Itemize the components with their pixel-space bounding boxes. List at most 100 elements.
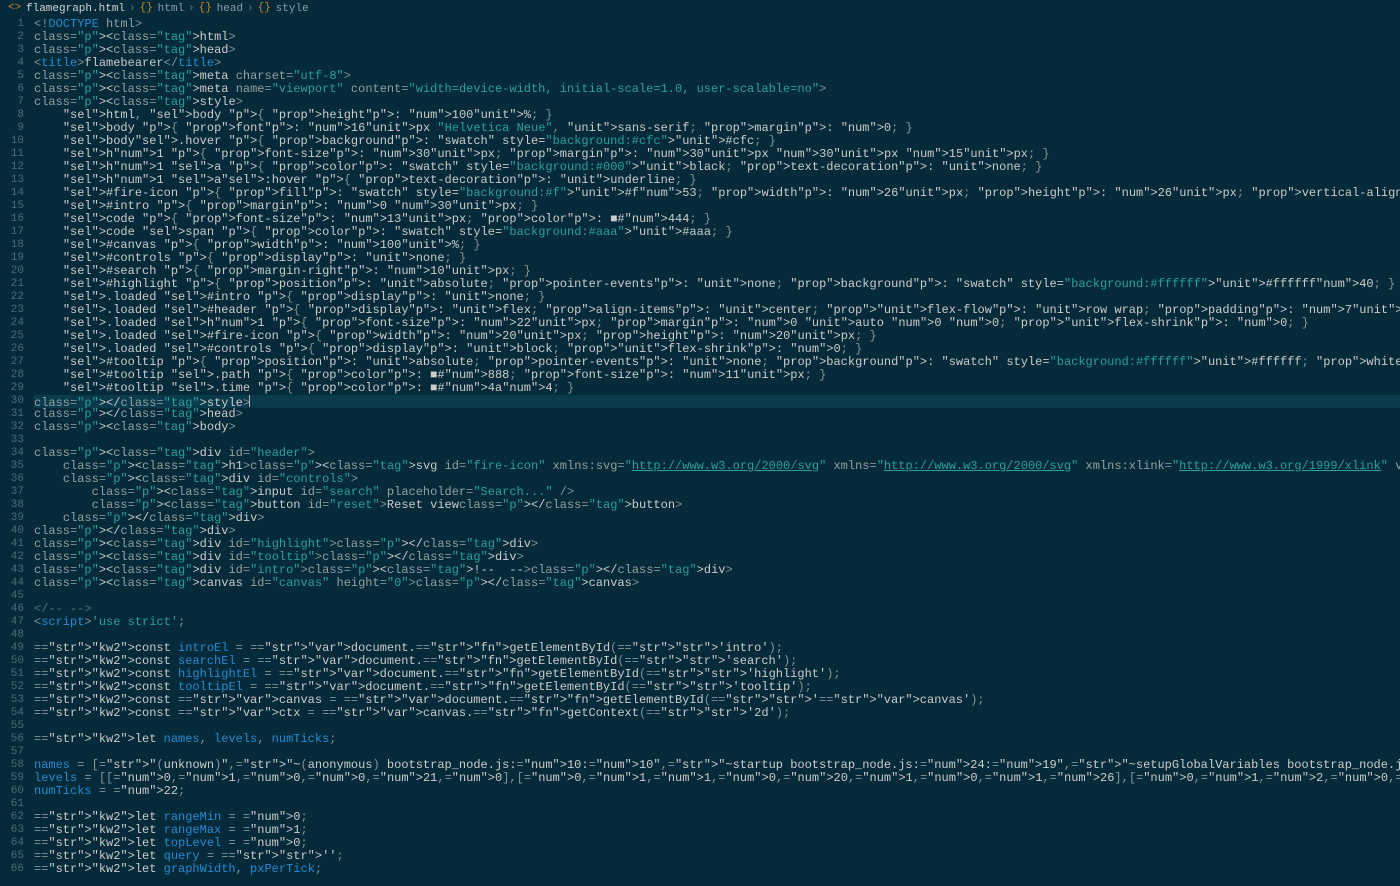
- line-number: 53: [0, 694, 24, 707]
- line-number: 36: [0, 473, 24, 486]
- line-number: 5: [0, 70, 24, 83]
- line-number: 9: [0, 122, 24, 135]
- element-icon: {}: [258, 2, 272, 16]
- code-line[interactable]: levels = [[="num">0,="num">1,="num">0,="…: [34, 772, 1400, 785]
- code-line[interactable]: [34, 590, 1400, 603]
- chevron-right-icon: ›: [247, 3, 254, 15]
- code-line[interactable]: class="p"><class="tag">html>: [34, 31, 1400, 44]
- chevron-right-icon: ›: [188, 3, 195, 15]
- line-number: 30: [0, 395, 24, 408]
- line-number-gutter: 1234567891011121314151617181920212223242…: [0, 18, 34, 886]
- line-number: 44: [0, 577, 24, 590]
- line-number: 27: [0, 356, 24, 369]
- line-number: 17: [0, 226, 24, 239]
- line-number: 60: [0, 785, 24, 798]
- code-area[interactable]: <!DOCTYPE html>class="p"><class="tag">ht…: [34, 18, 1400, 886]
- line-number: 13: [0, 174, 24, 187]
- line-number: 42: [0, 551, 24, 564]
- breadcrumb-file-label: flamegraph.html: [26, 3, 125, 15]
- line-number: 20: [0, 265, 24, 278]
- line-number: 63: [0, 824, 24, 837]
- code-line[interactable]: numTicks = ="num">22;: [34, 785, 1400, 798]
- code-line[interactable]: class="p"><class="tag">head>: [34, 44, 1400, 57]
- line-number: 21: [0, 278, 24, 291]
- line-number: 3: [0, 44, 24, 57]
- line-number: 41: [0, 538, 24, 551]
- file-icon: <>: [8, 2, 22, 16]
- code-line[interactable]: class="p"><class="tag">body>: [34, 421, 1400, 434]
- line-number: 14: [0, 187, 24, 200]
- line-number: 4: [0, 57, 24, 70]
- line-number: 35: [0, 460, 24, 473]
- line-number: 49: [0, 642, 24, 655]
- breadcrumb-label: html: [158, 3, 184, 15]
- breadcrumb: <> flamegraph.html › {} html › {} head ›…: [0, 0, 1400, 18]
- element-icon: {}: [140, 2, 154, 16]
- breadcrumb-label: style: [276, 3, 309, 15]
- code-line[interactable]: =="str">"kw2">const =="str">"var">ctx = …: [34, 707, 1400, 720]
- line-number: 50: [0, 655, 24, 668]
- breadcrumb-label: head: [217, 3, 243, 15]
- line-number: 56: [0, 733, 24, 746]
- line-number: 16: [0, 213, 24, 226]
- line-number: 31: [0, 408, 24, 421]
- line-number: 23: [0, 304, 24, 317]
- line-number: 11: [0, 148, 24, 161]
- line-number: 12: [0, 161, 24, 174]
- line-number: 8: [0, 109, 24, 122]
- line-number: 57: [0, 746, 24, 759]
- element-icon: {}: [199, 2, 213, 16]
- line-number: 24: [0, 317, 24, 330]
- chevron-right-icon: ›: [129, 3, 136, 15]
- line-number: 1: [0, 18, 24, 31]
- line-number: 47: [0, 616, 24, 629]
- line-number: 48: [0, 629, 24, 642]
- line-number: 37: [0, 486, 24, 499]
- line-number: 7: [0, 96, 24, 109]
- line-number: 25: [0, 330, 24, 343]
- line-number: 10: [0, 135, 24, 148]
- code-line[interactable]: <script>'use strict';: [34, 616, 1400, 629]
- line-number: 61: [0, 798, 24, 811]
- line-number: 18: [0, 239, 24, 252]
- line-number: 59: [0, 772, 24, 785]
- line-number: 58: [0, 759, 24, 772]
- line-number: 39: [0, 512, 24, 525]
- breadcrumb-head[interactable]: {} head: [199, 2, 243, 16]
- code-line[interactable]: =="str">"kw2">let graphWidth, pxPerTick;: [34, 863, 1400, 876]
- breadcrumb-html[interactable]: {} html: [140, 2, 184, 16]
- breadcrumb-file[interactable]: <> flamegraph.html: [8, 2, 125, 16]
- line-number: 26: [0, 343, 24, 356]
- line-number: 45: [0, 590, 24, 603]
- line-number: 62: [0, 811, 24, 824]
- code-line[interactable]: </-- -->: [34, 603, 1400, 616]
- line-number: 6: [0, 83, 24, 96]
- line-number: 46: [0, 603, 24, 616]
- code-line[interactable]: class="p"></class="tag">div>: [34, 512, 1400, 525]
- code-line[interactable]: <!DOCTYPE html>: [34, 18, 1400, 31]
- code-line[interactable]: =="str">"kw2">let names, levels, numTick…: [34, 733, 1400, 746]
- line-number: 65: [0, 850, 24, 863]
- breadcrumb-style[interactable]: {} style: [258, 2, 309, 16]
- code-line[interactable]: class="p"></class="tag">head>: [34, 408, 1400, 421]
- line-number: 19: [0, 252, 24, 265]
- line-number: 15: [0, 200, 24, 213]
- code-line[interactable]: class="p"><class="tag">canvas id="canvas…: [34, 577, 1400, 590]
- line-number: 52: [0, 681, 24, 694]
- line-number: 40: [0, 525, 24, 538]
- line-number: 2: [0, 31, 24, 44]
- code-editor[interactable]: 1234567891011121314151617181920212223242…: [0, 18, 1400, 886]
- line-number: 66: [0, 863, 24, 876]
- line-number: 54: [0, 707, 24, 720]
- line-number: 43: [0, 564, 24, 577]
- line-number: 64: [0, 837, 24, 850]
- code-line[interactable]: "sel">#tooltip "sel">.time "p">{ "prop">…: [34, 382, 1400, 395]
- line-number: 55: [0, 720, 24, 733]
- line-number: 38: [0, 499, 24, 512]
- line-number: 28: [0, 369, 24, 382]
- line-number: 32: [0, 421, 24, 434]
- line-number: 34: [0, 447, 24, 460]
- line-number: 29: [0, 382, 24, 395]
- line-number: 51: [0, 668, 24, 681]
- line-number: 22: [0, 291, 24, 304]
